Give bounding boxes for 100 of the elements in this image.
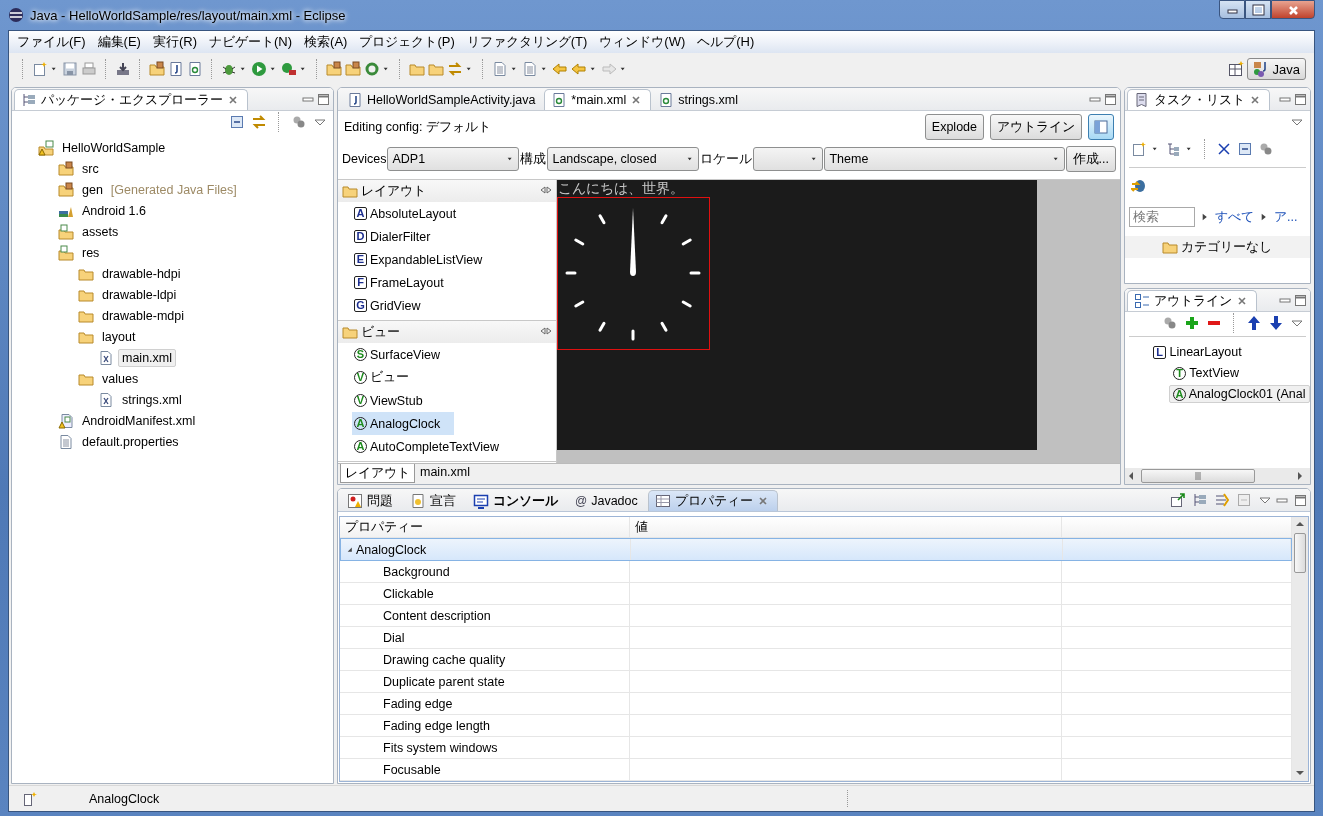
minimize-button[interactable] (1219, 0, 1245, 19)
view-menu-icon[interactable] (1289, 116, 1302, 128)
view-tab[interactable]: 問題 (340, 490, 402, 511)
search-field[interactable]: 検索 (1129, 207, 1195, 227)
close-button[interactable] (1271, 0, 1315, 19)
editor-tab[interactable]: HelloWorldSampleActivity.java (340, 89, 545, 110)
maximize-icon[interactable] (1104, 93, 1116, 105)
close-icon[interactable] (630, 94, 643, 106)
new-task-icon[interactable] (1131, 141, 1147, 157)
menu-item[interactable]: プロジェクト(P) (353, 31, 461, 53)
tree-item[interactable]: values (98, 369, 143, 388)
view-tab[interactable]: パッケージ・エクスプローラー (14, 89, 248, 110)
link-editor-icon[interactable] (251, 114, 267, 130)
tree-item[interactable]: default.properties (78, 432, 183, 451)
new-icon[interactable] (32, 61, 48, 77)
column-header[interactable]: プロパティー (340, 517, 630, 537)
tree-item[interactable]: assets (78, 222, 123, 241)
download-icon[interactable] (115, 61, 131, 77)
filter-link[interactable]: すべて (1201, 208, 1254, 226)
menu-item[interactable]: ナビゲート(N) (203, 31, 299, 53)
property-name[interactable]: Background (340, 561, 630, 582)
dropdown[interactable] (753, 147, 824, 171)
tree-item[interactable]: gen (78, 180, 107, 199)
editor-page-tab[interactable]: main.xml (415, 464, 475, 483)
palette-item[interactable]: A AbsoluteLayout (352, 202, 459, 225)
down-arrow-icon[interactable] (1267, 315, 1284, 331)
view-menu-icon[interactable] (1289, 317, 1302, 329)
save-icon[interactable] (62, 61, 78, 77)
palette-item[interactable]: D DialerFilter (352, 225, 433, 248)
close-icon[interactable] (1249, 94, 1261, 106)
open-perspective-icon[interactable] (1227, 61, 1244, 77)
menu-item[interactable]: リファクタリング(T) (460, 31, 594, 53)
collapse-all-icon[interactable] (229, 114, 245, 130)
collapse-all-icon[interactable] (1237, 141, 1253, 157)
property-name[interactable]: Focusable (340, 759, 630, 780)
menu-item[interactable]: 検索(A) (298, 31, 354, 53)
categorize-icon[interactable] (1165, 141, 1181, 157)
outline-item[interactable]: L LinearLayout (1149, 342, 1246, 361)
column-header[interactable]: 値 (630, 517, 1062, 537)
palette-item[interactable]: V ViewStub (352, 389, 425, 412)
tree-item[interactable]: res (78, 243, 104, 262)
close-icon[interactable] (756, 495, 769, 507)
maximize-icon[interactable] (1293, 294, 1306, 306)
up-arrow-icon[interactable] (1245, 315, 1262, 331)
menu-item[interactable]: 実行(R) (146, 31, 203, 53)
filter-icon[interactable] (291, 114, 307, 130)
palette-item[interactable]: E ExpandableListView (352, 248, 485, 271)
filter-icon[interactable] (1258, 141, 1274, 157)
view-tab[interactable]: タスク・リスト (1127, 89, 1270, 110)
create-button[interactable]: 作成... (1065, 146, 1116, 172)
maximize-icon[interactable] (317, 93, 329, 105)
print-icon[interactable] (81, 61, 97, 77)
dropdown[interactable]: Landscape, closed (547, 147, 700, 171)
property-name[interactable]: Duplicate parent state (340, 671, 630, 692)
toolbar-button[interactable]: Explode (924, 114, 984, 140)
view-menu-icon[interactable] (313, 116, 325, 128)
tree-item[interactable]: Android 1.6 (78, 201, 150, 220)
menu-item[interactable]: 編集(E) (91, 31, 147, 53)
tree-item[interactable]: main.xml (118, 348, 176, 367)
view-tab[interactable]: 宣言 (403, 490, 465, 511)
tree-item[interactable]: strings.xml (118, 390, 186, 409)
palette-item[interactable]: S SurfaceView (352, 343, 442, 366)
outline-item[interactable]: A AnalogClock01 (Anal (1169, 384, 1310, 403)
delete-icon[interactable] (1216, 141, 1232, 157)
filter-link[interactable]: ア... (1260, 208, 1298, 226)
scrollbar-thumb[interactable] (1141, 469, 1255, 483)
property-name[interactable]: Fading edge length (340, 715, 630, 736)
view-tab[interactable]: @ Javadoc (568, 490, 647, 511)
property-name[interactable]: Fading edge (340, 693, 630, 714)
tree-item[interactable]: drawable-ldpi (98, 285, 181, 304)
sync-icon[interactable] (1131, 178, 1147, 194)
editor-page-tab[interactable]: レイアウト (340, 464, 415, 483)
tree-item[interactable]: drawable-hdpi (98, 264, 185, 283)
dropdown[interactable]: ADP1 (387, 147, 520, 171)
palette-item[interactable]: F FrameLayout (352, 271, 446, 294)
add-icon[interactable] (1183, 315, 1200, 331)
property-name[interactable]: Content description (340, 605, 630, 626)
editor-tab[interactable]: *main.xml (544, 89, 652, 110)
categories-icon[interactable] (1191, 492, 1208, 508)
perspective-button[interactable]: Java (1246, 58, 1306, 80)
back-icon[interactable] (571, 61, 587, 77)
external-tools-icon[interactable] (281, 61, 297, 77)
tree-item[interactable]: AndroidManifest.xml (78, 411, 200, 430)
collapse-icon[interactable] (540, 326, 552, 338)
menu-item[interactable]: ファイル(F) (11, 31, 92, 53)
layout-toggle-button[interactable] (1088, 114, 1114, 140)
toolbar-button[interactable]: アウトライン (990, 114, 1082, 140)
view-tab[interactable]: コンソール (466, 490, 567, 511)
property-name[interactable]: Dial (340, 627, 630, 648)
property-name[interactable]: Drawing cache quality (340, 649, 630, 670)
tree-item[interactable]: src (78, 159, 103, 178)
maximize-icon[interactable] (1293, 93, 1306, 105)
property-name[interactable]: Fits system windows (340, 737, 630, 758)
dropdown[interactable]: Theme (824, 147, 1065, 171)
outline-item[interactable]: T TextView (1169, 363, 1244, 382)
palette-item[interactable]: A AutoCompleteTextView (352, 435, 501, 458)
close-icon[interactable] (1236, 295, 1248, 307)
maximize-button[interactable] (1245, 0, 1271, 19)
tree-item[interactable]: drawable-mdpi (98, 306, 188, 325)
tree-item[interactable]: HelloWorldSample (58, 138, 170, 157)
